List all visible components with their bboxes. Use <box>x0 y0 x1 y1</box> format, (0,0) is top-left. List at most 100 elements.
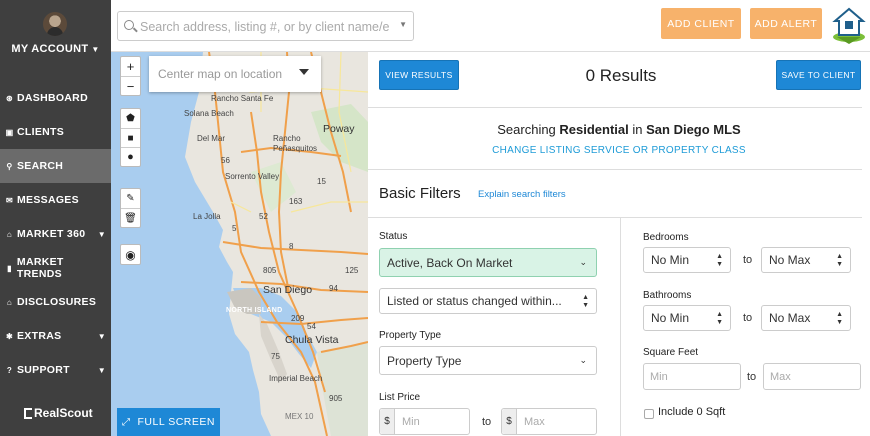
property-type-select[interactable]: Property Type ⌄ <box>379 346 597 375</box>
sidebar-item-market-360[interactable]: ⌂ MARKET 360 ▼ <box>0 217 111 251</box>
add-client-button[interactable]: ADD CLIENT <box>661 8 741 39</box>
square-icon: ■ <box>127 132 134 144</box>
highway-56-label: 56 <box>221 156 230 165</box>
map-panel[interactable]: Rancho Santa Fe Solana Beach Del Mar Ran… <box>111 52 368 436</box>
full-screen-label: FULL SCREEN <box>137 416 215 428</box>
list-price-min-field[interactable]: $ Min <box>379 408 470 435</box>
chevron-down-icon: ⌄ <box>579 257 587 267</box>
bathrooms-max-value: No Max <box>769 311 811 325</box>
edit-shape-controls: ✎ 🗑 <box>120 188 141 228</box>
highway-52-label: 52 <box>259 212 268 221</box>
zoom-in-button[interactable]: + <box>121 57 140 76</box>
center-map-dropdown[interactable]: Center map on location <box>149 56 321 92</box>
highway-8-label: 8 <box>289 242 294 251</box>
status-value: Active, Back On Market <box>387 255 513 270</box>
currency-addon: $ <box>502 409 517 434</box>
explain-filters-link[interactable]: Explain search filters <box>478 189 566 200</box>
bedrooms-label: Bedrooms <box>643 232 689 243</box>
map-label-north-island: NORTH ISLAND <box>226 307 283 314</box>
map-label-mex-10: MEX 10 <box>285 412 314 421</box>
bedrooms-min-select[interactable]: No Min ▲ ▼ <box>643 247 731 273</box>
full-screen-button[interactable]: ⤢ FULL SCREEN <box>117 408 220 436</box>
map-label-del-mar: Del Mar <box>197 134 226 143</box>
sidebar-item-label: MARKET 360 <box>17 228 86 240</box>
currency-addon: $ <box>380 409 395 434</box>
my-account-menu[interactable]: MY ACCOUNT ▼ <box>0 43 111 55</box>
map-label-poway: Poway <box>323 123 355 135</box>
sidebar-item-search[interactable]: ⚲ SEARCH <box>0 149 111 183</box>
up-down-icon: ▲ ▼ <box>716 311 723 326</box>
chevron-down-icon: ▼ <box>97 331 106 341</box>
change-listing-service-link[interactable]: CHANGE LISTING SERVICE OR PROPERTY CLASS <box>368 145 870 156</box>
house-logo-icon[interactable] <box>831 7 867 45</box>
circle-icon: ● <box>127 151 134 163</box>
draw-rectangle-button[interactable]: ■ <box>121 128 140 147</box>
status-label: Status <box>379 231 408 242</box>
sidebar-item-messages[interactable]: ✉ MESSAGES <box>0 183 111 217</box>
sidebar-item-dashboard[interactable]: ⊛ DASHBOARD <box>0 81 111 115</box>
property-type-label: Property Type <box>379 330 442 341</box>
divider <box>368 169 862 170</box>
sidebar-item-extras[interactable]: ✱ EXTRAS ▼ <box>0 319 111 353</box>
searching-prefix: Searching <box>497 122 560 137</box>
chevron-down-icon: ▼ <box>97 229 106 239</box>
locate-controls: ◉ <box>120 244 141 265</box>
property-class: Residential <box>559 122 629 137</box>
avatar[interactable] <box>43 12 67 36</box>
trash-icon: 🗑 <box>124 212 137 224</box>
draw-circle-button[interactable]: ● <box>121 147 140 166</box>
search-box[interactable]: ▼ <box>117 11 414 41</box>
list-price-max-placeholder: Max <box>524 415 545 428</box>
draw-shape-controls: ⬟ ■ ● <box>120 108 141 167</box>
square-feet-max-field[interactable]: Max <box>763 363 861 390</box>
mls-name: San Diego MLS <box>646 122 741 137</box>
gear-icon: ✱ <box>5 331 13 341</box>
map-canvas[interactable] <box>111 52 368 436</box>
square-feet-max-placeholder: Max <box>770 370 791 383</box>
sidebar-item-disclosures[interactable]: ⌂ DISCLOSURES <box>0 285 111 319</box>
draw-polygon-button[interactable]: ⬟ <box>121 109 140 128</box>
include-zero-sqft-checkbox[interactable] <box>644 409 654 419</box>
basic-filters-heading: Basic Filters <box>379 185 461 202</box>
view-results-button[interactable]: VIEW RESULTS <box>379 60 459 90</box>
highway-905-label: 905 <box>329 394 343 403</box>
up-down-icon: ▲ ▼ <box>836 311 843 326</box>
zoom-out-button[interactable]: − <box>121 76 140 95</box>
chevron-down-icon[interactable]: ▼ <box>399 20 407 29</box>
results-count: 0 Results <box>585 66 657 85</box>
sidebar-item-market-trends[interactable]: ▮ MARKET TRENDS <box>0 251 111 285</box>
edit-shape-button[interactable]: ✎ <box>121 189 140 208</box>
divider <box>368 107 862 108</box>
highway-163-label: 163 <box>289 197 303 206</box>
my-account-label: MY ACCOUNT <box>11 43 89 55</box>
highway-75-label: 75 <box>271 352 280 361</box>
brand-name: RealScout <box>34 406 93 420</box>
square-feet-min-field[interactable]: Min <box>643 363 741 390</box>
bar-chart-icon: ▮ <box>7 263 12 273</box>
search-icon <box>124 20 134 30</box>
listed-changed-select[interactable]: Listed or status changed within... ▲ ▼ <box>379 288 597 314</box>
bathrooms-max-select[interactable]: No Max ▲ ▼ <box>761 305 851 331</box>
delete-shape-button[interactable]: 🗑 <box>121 208 140 227</box>
search-input[interactable] <box>140 17 390 37</box>
up-down-icon: ▲ ▼ <box>716 253 723 268</box>
searching-in: in <box>628 122 647 137</box>
realscout-mark-icon <box>24 407 32 419</box>
list-price-max-field[interactable]: $ Max <box>501 408 597 435</box>
bathrooms-min-select[interactable]: No Min ▲ ▼ <box>643 305 731 331</box>
center-map-placeholder: Center map on location <box>158 67 283 81</box>
save-to-client-button[interactable]: SAVE TO CLIENT <box>776 60 861 90</box>
sidebar-item-label: SUPPORT <box>17 364 70 376</box>
column-divider <box>620 218 621 436</box>
up-down-icon: ▲ ▼ <box>582 294 589 309</box>
locate-me-button[interactable]: ◉ <box>121 245 140 264</box>
sidebar-item-clients[interactable]: ▣ CLIENTS <box>0 115 111 149</box>
status-select[interactable]: Active, Back On Market ⌄ <box>379 248 597 277</box>
property-type-value: Property Type <box>387 353 462 368</box>
add-alert-button[interactable]: ADD ALERT <box>750 8 822 39</box>
highway-209-label: 209 <box>291 314 305 323</box>
sidebar-item-label: DASHBOARD <box>17 92 88 104</box>
bedrooms-max-select[interactable]: No Max ▲ ▼ <box>761 247 851 273</box>
home-icon: ⌂ <box>6 229 13 239</box>
sidebar-item-support[interactable]: ? SUPPORT ▼ <box>0 353 111 387</box>
